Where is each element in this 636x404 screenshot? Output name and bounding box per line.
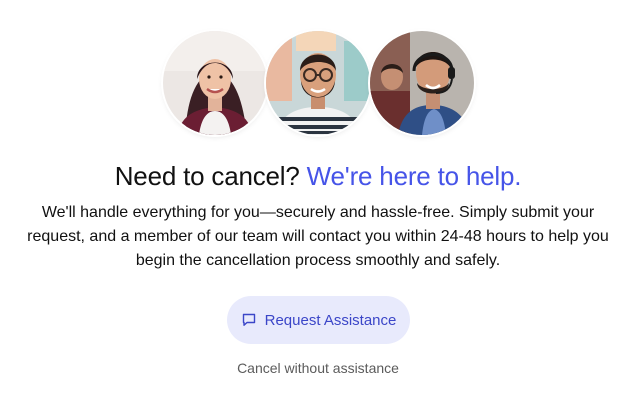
- headline-primary: Need to cancel?: [114, 161, 300, 191]
- cancel-without-assistance-link[interactable]: Cancel without assistance: [0, 358, 636, 378]
- headline: Need to cancel? We're here to help.: [0, 156, 636, 196]
- avatar-man-headset-support: [370, 31, 474, 135]
- chat-bubble-icon: [242, 313, 255, 326]
- avatar-woman-smiling: [163, 31, 267, 135]
- team-avatars: [0, 31, 636, 137]
- headline-accent: We're here to help.: [306, 161, 522, 191]
- request-assistance-button[interactable]: Request Assistance: [227, 296, 410, 344]
- description-text: We'll handle everything for you—securely…: [27, 204, 609, 269]
- avatar-man-beard-glasses: [266, 31, 370, 135]
- request-assistance-label: Request Assistance: [264, 311, 397, 329]
